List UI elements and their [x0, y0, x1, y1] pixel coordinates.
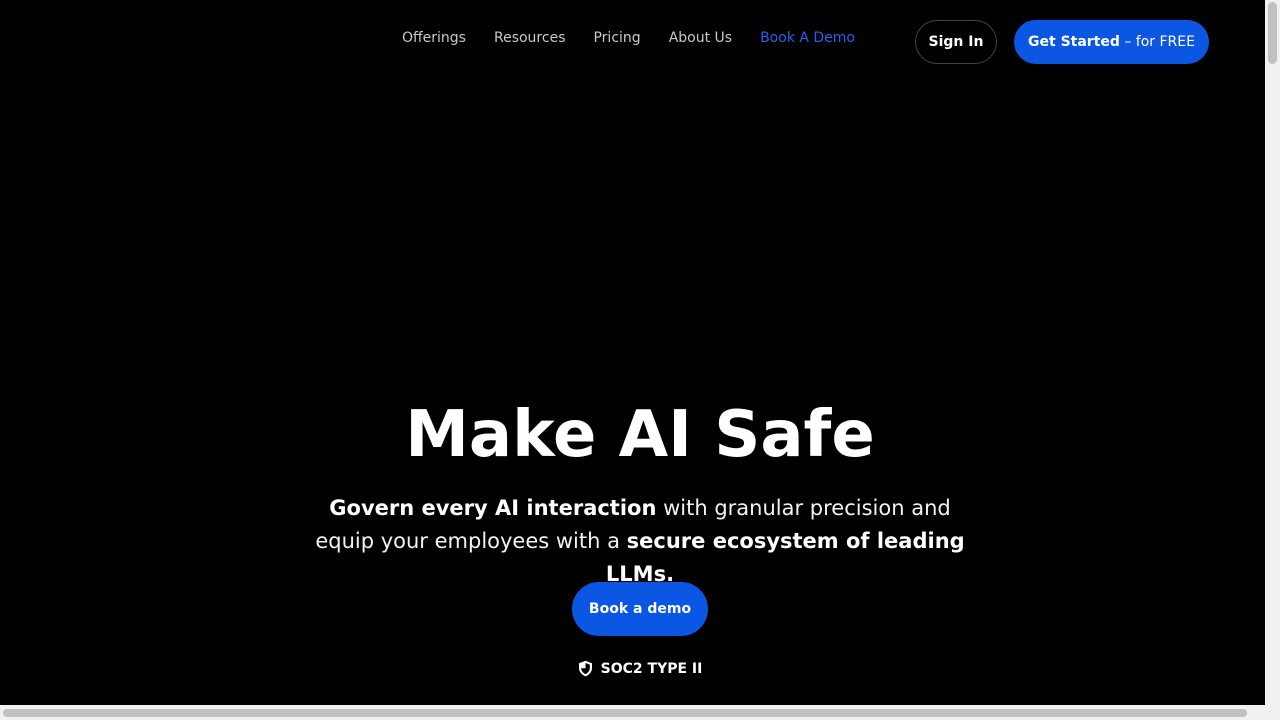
horizontal-scrollbar[interactable]	[0, 705, 1280, 720]
hero-title: Make AI Safe	[405, 398, 875, 472]
book-demo-button[interactable]: Book a demo	[572, 582, 708, 636]
sign-in-button[interactable]: Sign In	[915, 20, 997, 64]
get-started-suffix: – for FREE	[1119, 34, 1195, 50]
soc2-badge: SOC2 TYPE II	[0, 660, 1265, 677]
shield-icon	[578, 660, 593, 677]
nav-link-offerings[interactable]: Offerings	[402, 30, 466, 46]
hero-subtitle-bold-1: Govern every AI interaction	[329, 496, 657, 520]
soc2-badge-label: SOC2 TYPE II	[600, 660, 703, 677]
get-started-label: Get Started	[1028, 34, 1120, 50]
nav-link-about-us[interactable]: About Us	[669, 30, 732, 46]
get-started-button[interactable]: Get Started – for FREE	[1014, 20, 1209, 64]
nav-link-book-a-demo[interactable]: Book A Demo	[760, 30, 855, 46]
nav-link-resources[interactable]: Resources	[494, 30, 566, 46]
top-navigation: Offerings Resources Pricing About Us Boo…	[0, 0, 1265, 84]
hero-subtitle: Govern every AI interaction with granula…	[300, 492, 980, 591]
nav-links: Offerings Resources Pricing About Us Boo…	[402, 30, 855, 46]
nav-link-pricing[interactable]: Pricing	[593, 30, 640, 46]
vertical-scrollbar-thumb[interactable]	[1268, 2, 1277, 64]
vertical-scrollbar[interactable]	[1265, 0, 1280, 705]
page: Offerings Resources Pricing About Us Boo…	[0, 0, 1265, 705]
hero-subtitle-bold-2: secure ecosystem of leading LLMs.	[605, 529, 965, 586]
horizontal-scrollbar-thumb[interactable]	[3, 709, 1247, 717]
